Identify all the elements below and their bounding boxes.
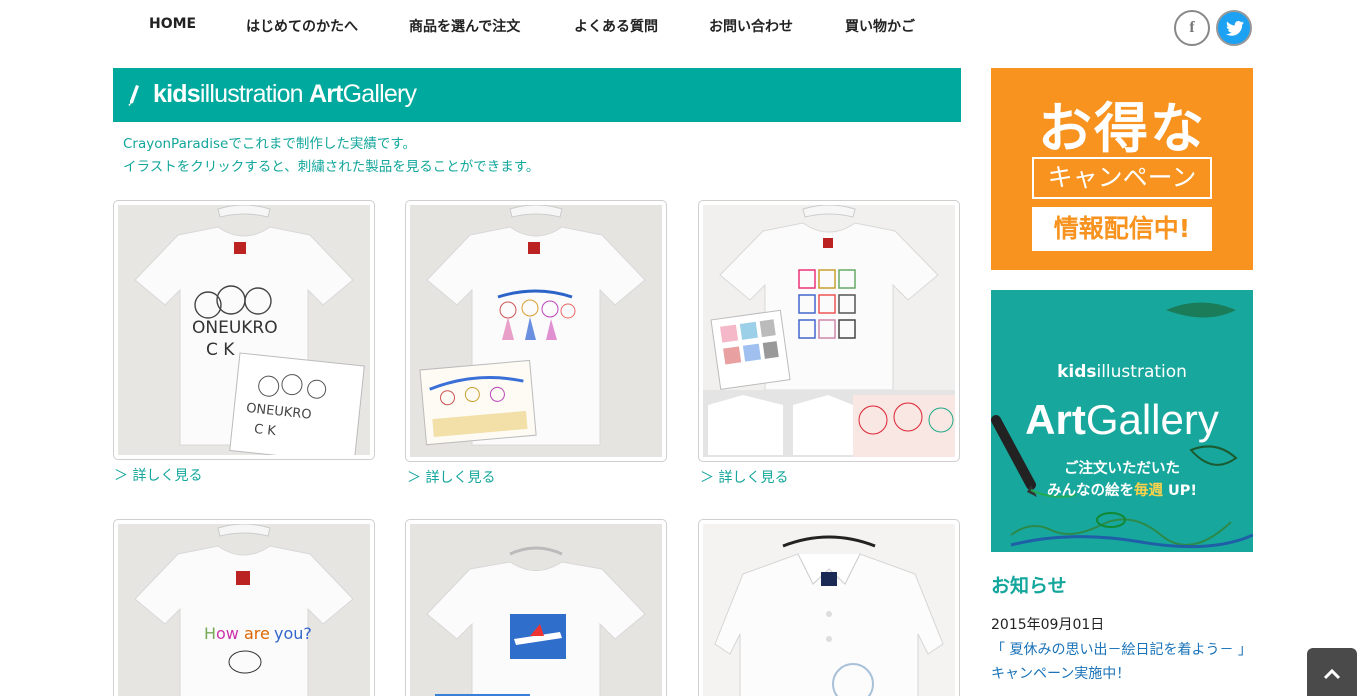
campaign-headline: お得な [1038, 97, 1206, 160]
product-photo[interactable]: ONEUKRO C K ONEUKRO C K [118, 205, 370, 455]
svg-text:H: H [204, 624, 216, 643]
campaign-label: キャンペーン [1032, 157, 1212, 199]
news-heading: お知らせ [991, 575, 1067, 597]
gallery-card-1[interactable]: ONEUKRO C K ONEUKRO C K [113, 200, 375, 460]
gallery-card-4[interactable]: H ow are you? [113, 519, 375, 696]
svg-text:ow: ow [216, 624, 239, 643]
campaign-subtitle: 情報配信中! [1032, 207, 1212, 251]
gallery-intro: CrayonParadiseでこれまで制作した実績です。 イラストをクリックする… [123, 133, 539, 179]
svg-text:C K: C K [253, 422, 277, 439]
artgallery-message: ご注文いただいた みんなの絵を毎週 UP! [1046, 461, 1198, 499]
nav-first-time[interactable]: はじめてのかたへ [246, 16, 358, 36]
nav-order[interactable]: 商品を選んで注文 [409, 16, 520, 36]
top-navigation: HOME はじめてのかたへ 商品を選んで注文 よくある質問 お問い合わせ 買い物… [0, 0, 1366, 52]
back-to-top-button[interactable] [1307, 648, 1357, 696]
more-link-2[interactable]: ＞ 詳しく見る [407, 467, 495, 487]
svg-text:are: are [244, 624, 270, 643]
intro-line-2: イラストをクリックすると、刺繍された製品を見ることができます。 [123, 159, 540, 175]
svg-text:C K: C K [206, 340, 235, 360]
news-link-line-2[interactable]: キャンペーン実施中！ [991, 663, 1130, 683]
news-date: 2015年09月01日 [991, 617, 1105, 633]
nav-contact[interactable]: お問い合わせ [709, 16, 793, 36]
product-photo[interactable] [410, 524, 662, 696]
gallery-header-bar: kidsillustration ArtGallery [113, 68, 961, 122]
gallery-card-2[interactable] [405, 200, 667, 462]
gallery-card-5[interactable] [405, 519, 667, 696]
product-photo[interactable] [410, 205, 662, 457]
more-link-1[interactable]: ＞ 詳しく見る [114, 465, 202, 485]
facebook-icon: f [1189, 19, 1195, 36]
artgallery-large-title: ArtGallery [1025, 396, 1219, 443]
product-photo[interactable] [703, 205, 955, 457]
gallery-card-3[interactable] [698, 200, 960, 462]
gallery-card-6[interactable] [698, 519, 960, 696]
nav-faq[interactable]: よくある質問 [574, 16, 658, 36]
gallery-title: kidsillustration ArtGallery [153, 80, 417, 108]
twitter-button[interactable] [1216, 10, 1252, 46]
more-link-3[interactable]: ＞ 詳しく見る [700, 467, 788, 487]
nav-cart[interactable]: 買い物かご [845, 16, 915, 36]
svg-text:ONEUKRO: ONEUKRO [192, 318, 278, 338]
intro-line-1: CrayonParadiseでこれまで制作した実績です。 [123, 136, 416, 152]
artgallery-banner[interactable]: kidsillustration ArtGallery ご注文いただいた みんな… [991, 290, 1253, 552]
product-photo[interactable] [703, 524, 955, 696]
pencil-icon [128, 85, 139, 106]
artgallery-small-title: kidsillustration [1057, 362, 1187, 382]
facebook-button[interactable]: f [1174, 10, 1210, 46]
nav-home[interactable]: HOME [149, 16, 196, 32]
product-photo[interactable]: H ow are you? [118, 524, 370, 696]
svg-text:you?: you? [274, 624, 312, 643]
campaign-banner[interactable]: お得な キャンペーン 情報配信中! [991, 68, 1253, 270]
twitter-icon [1226, 21, 1244, 36]
news-link-line-1[interactable]: 「 夏休みの思い出－絵日記を着よう－ 」 [991, 639, 1252, 659]
chevron-up-icon [1324, 668, 1340, 680]
